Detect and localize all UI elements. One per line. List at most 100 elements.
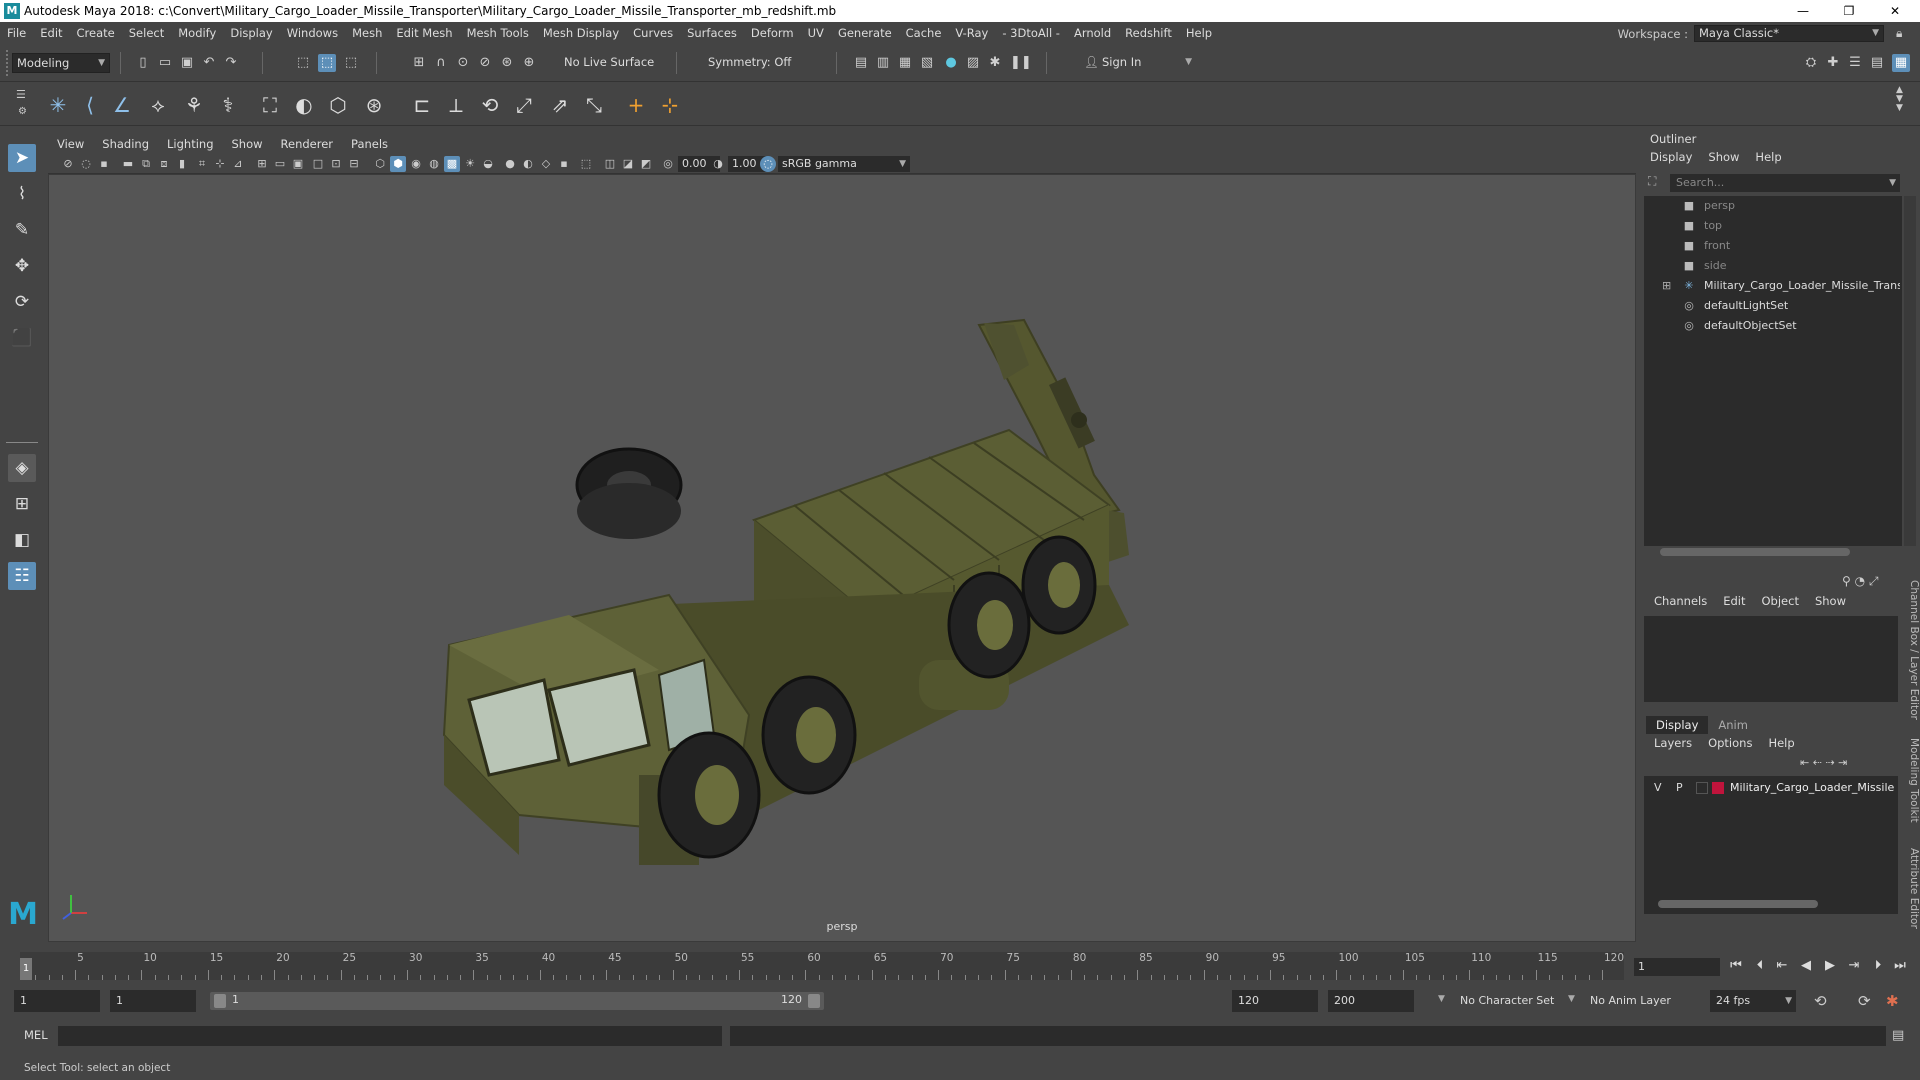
bookmark-camera-icon[interactable]: ▮ — [174, 156, 190, 172]
step-forward-key-icon[interactable]: ⇥ — [1844, 956, 1864, 976]
viewport-persp[interactable]: persp — [48, 174, 1636, 942]
menu-v-ray[interactable]: V-Ray — [948, 26, 995, 40]
shadows-icon[interactable]: ◒ — [480, 156, 496, 172]
menu-modify[interactable]: Modify — [171, 26, 223, 40]
constraint-scale-icon[interactable]: ⤢ — [510, 91, 538, 119]
layer-name[interactable]: Military_Cargo_Loader_Missile — [1730, 778, 1896, 798]
open-scene-icon[interactable]: ▭ — [156, 54, 174, 72]
mode-dropdown[interactable]: Modeling ▼ — [12, 53, 110, 73]
mel-label[interactable]: MEL — [24, 1028, 48, 1042]
menu-redshift[interactable]: Redshift — [1118, 26, 1179, 40]
menu-curves[interactable]: Curves — [626, 26, 680, 40]
snap-surface-icon[interactable]: ⊛ — [498, 54, 516, 72]
filter-icon[interactable]: ⛶ — [1648, 174, 1664, 192]
menu-mesh-display[interactable]: Mesh Display — [536, 26, 626, 40]
redo-icon[interactable]: ↷ — [222, 54, 240, 72]
playback-end-field[interactable]: 120 — [1232, 990, 1318, 1012]
menu-mesh[interactable]: Mesh — [345, 26, 389, 40]
paint-select-tool-icon[interactable]: ✎ — [8, 216, 36, 244]
snap-curve-icon[interactable]: ∩ — [432, 54, 450, 72]
gate-mask-icon[interactable]: ▣ — [290, 156, 306, 172]
animation-start-field[interactable]: 1 — [14, 990, 100, 1012]
2d-pan-icon[interactable]: ⧉ — [138, 156, 154, 172]
field-chart-icon[interactable]: □ — [310, 156, 326, 172]
maximize-button[interactable]: ❐ — [1826, 0, 1872, 22]
menu-arnold[interactable]: Arnold — [1067, 26, 1118, 40]
live-surface-field[interactable]: No Live Surface — [560, 53, 664, 73]
textured-icon[interactable]: ▩ — [444, 156, 460, 172]
select-hierarchy-icon[interactable]: ⬚ — [294, 54, 312, 72]
layer-menu-help[interactable]: Help — [1760, 736, 1802, 750]
channel-box-icons[interactable]: ⚲ ◔ ⤢ — [1842, 574, 1879, 589]
camera-select-icon[interactable]: ⊘ — [60, 156, 76, 172]
human-ik-icon[interactable]: ✚ — [1824, 54, 1842, 72]
scale-tool-icon[interactable]: ⬛ — [8, 324, 36, 352]
playback-start-field[interactable]: 1 — [110, 990, 196, 1012]
render-view-icon[interactable]: ▨ — [964, 54, 982, 72]
channel-box-menu-show[interactable]: Show — [1807, 594, 1854, 608]
outliner-menu-show[interactable]: Show — [1700, 150, 1747, 164]
range-start-handle[interactable] — [214, 994, 226, 1008]
image-plane-icon[interactable]: ▬ — [120, 156, 136, 172]
two-pane-icon[interactable]: ◧ — [8, 526, 36, 554]
current-frame-field[interactable]: 1 — [1634, 958, 1720, 976]
sculpt-icon[interactable]: ◐ — [290, 91, 318, 119]
outliner-menu-help[interactable]: Help — [1747, 150, 1789, 164]
symmetry-field[interactable]: Symmetry: Off — [704, 53, 804, 73]
menu-uv[interactable]: UV — [801, 26, 831, 40]
outliner-item[interactable]: ◎ defaultLightSet — [1644, 296, 1902, 316]
gamma-icon[interactable]: ◑ — [710, 156, 726, 172]
viewport-menu-shading[interactable]: Shading — [93, 137, 158, 151]
loop-icon[interactable]: ⟲ — [1814, 992, 1827, 1010]
viewport-menu-lighting[interactable]: Lighting — [158, 137, 222, 151]
redshift-render-icon[interactable]: ✱ — [986, 54, 1004, 72]
constraint-aim-icon[interactable]: ⇗ — [546, 91, 574, 119]
xray-joints-icon[interactable]: ◪ — [620, 156, 636, 172]
outliner-item[interactable]: ■ persp — [1644, 196, 1902, 216]
render-sequence-icon[interactable]: ▥ — [874, 54, 892, 72]
layer-row[interactable]: V P Military_Cargo_Loader_Missile — [1644, 778, 1898, 798]
new-scene-icon[interactable]: ▯ — [134, 54, 152, 72]
chevron-down-icon[interactable]: ▼ — [1568, 994, 1575, 1004]
use-all-lights-icon[interactable]: ☀ — [462, 156, 478, 172]
cluster-icon[interactable]: ⛶ — [256, 91, 284, 119]
step-forward-icon[interactable]: ⏵ — [1868, 956, 1888, 976]
outliner-item[interactable]: ⊞ ✳ Military_Cargo_Loader_Missile_Transpor… — [1644, 276, 1902, 296]
layer-type-toggle[interactable] — [1696, 782, 1708, 794]
lock-icon[interactable]: 🔒︎ — [1896, 26, 1910, 40]
snap-view-icon[interactable]: ⊘ — [476, 54, 494, 72]
constraint-orient-icon[interactable]: ⟲ — [476, 91, 504, 119]
bookmark-icon[interactable]: ▪ — [96, 156, 112, 172]
color-space-dropdown[interactable]: sRGB gamma ▼ — [778, 156, 910, 172]
menu-help[interactable]: Help — [1179, 26, 1219, 40]
side-tab-attribute-editor[interactable]: Attribute Editor — [1902, 848, 1920, 938]
isolate-select-icon[interactable]: ⬚ — [578, 156, 594, 172]
step-back-key-icon[interactable]: ⇤ — [1772, 956, 1792, 976]
shelf-menu-icon[interactable]: ☰ — [16, 88, 30, 101]
workspace-dropdown[interactable]: Maya Classic* ▼ — [1694, 25, 1884, 42]
menu-generate[interactable]: Generate — [831, 26, 899, 40]
outliner-item[interactable]: ■ side — [1644, 256, 1902, 276]
soft-mod-icon[interactable]: ⊛ — [360, 91, 388, 119]
close-button[interactable]: ✕ — [1872, 0, 1918, 22]
fps-dropdown[interactable]: 24 fps ▼ — [1710, 990, 1796, 1012]
menu-display[interactable]: Display — [223, 26, 279, 40]
constraint-parent-icon[interactable]: ⊏ — [408, 91, 436, 119]
side-tab-modeling-toolkit[interactable]: Modeling Toolkit — [1902, 738, 1920, 828]
viewport-menu-renderer[interactable]: Renderer — [272, 137, 343, 151]
camera-attributes-icon[interactable]: ◌ — [78, 156, 94, 172]
ipr-render-icon[interactable]: ▦ — [896, 54, 914, 72]
grid-toggle-icon[interactable]: ⊞ — [254, 156, 270, 172]
locator-aim-icon[interactable]: ⊹ — [656, 91, 684, 119]
layer-visibility[interactable]: V — [1654, 778, 1662, 798]
layer-playback[interactable]: P — [1676, 778, 1683, 798]
snap-point-icon[interactable]: ⊙ — [454, 54, 472, 72]
shelf-scroll[interactable]: ▲ ▼ ▼ — [1896, 86, 1903, 113]
outliner-item[interactable]: ■ top — [1644, 216, 1902, 236]
four-pane-icon[interactable]: ⊞ — [8, 490, 36, 518]
go-to-end-icon[interactable]: ⏭ — [1890, 956, 1910, 976]
constraint-pole-icon[interactable]: ⤡ — [580, 91, 608, 119]
human-ik-icon[interactable]: ⚕ — [214, 91, 242, 119]
menu-edit[interactable]: Edit — [33, 26, 69, 40]
joint-tool-icon[interactable]: ✳ — [44, 91, 72, 119]
